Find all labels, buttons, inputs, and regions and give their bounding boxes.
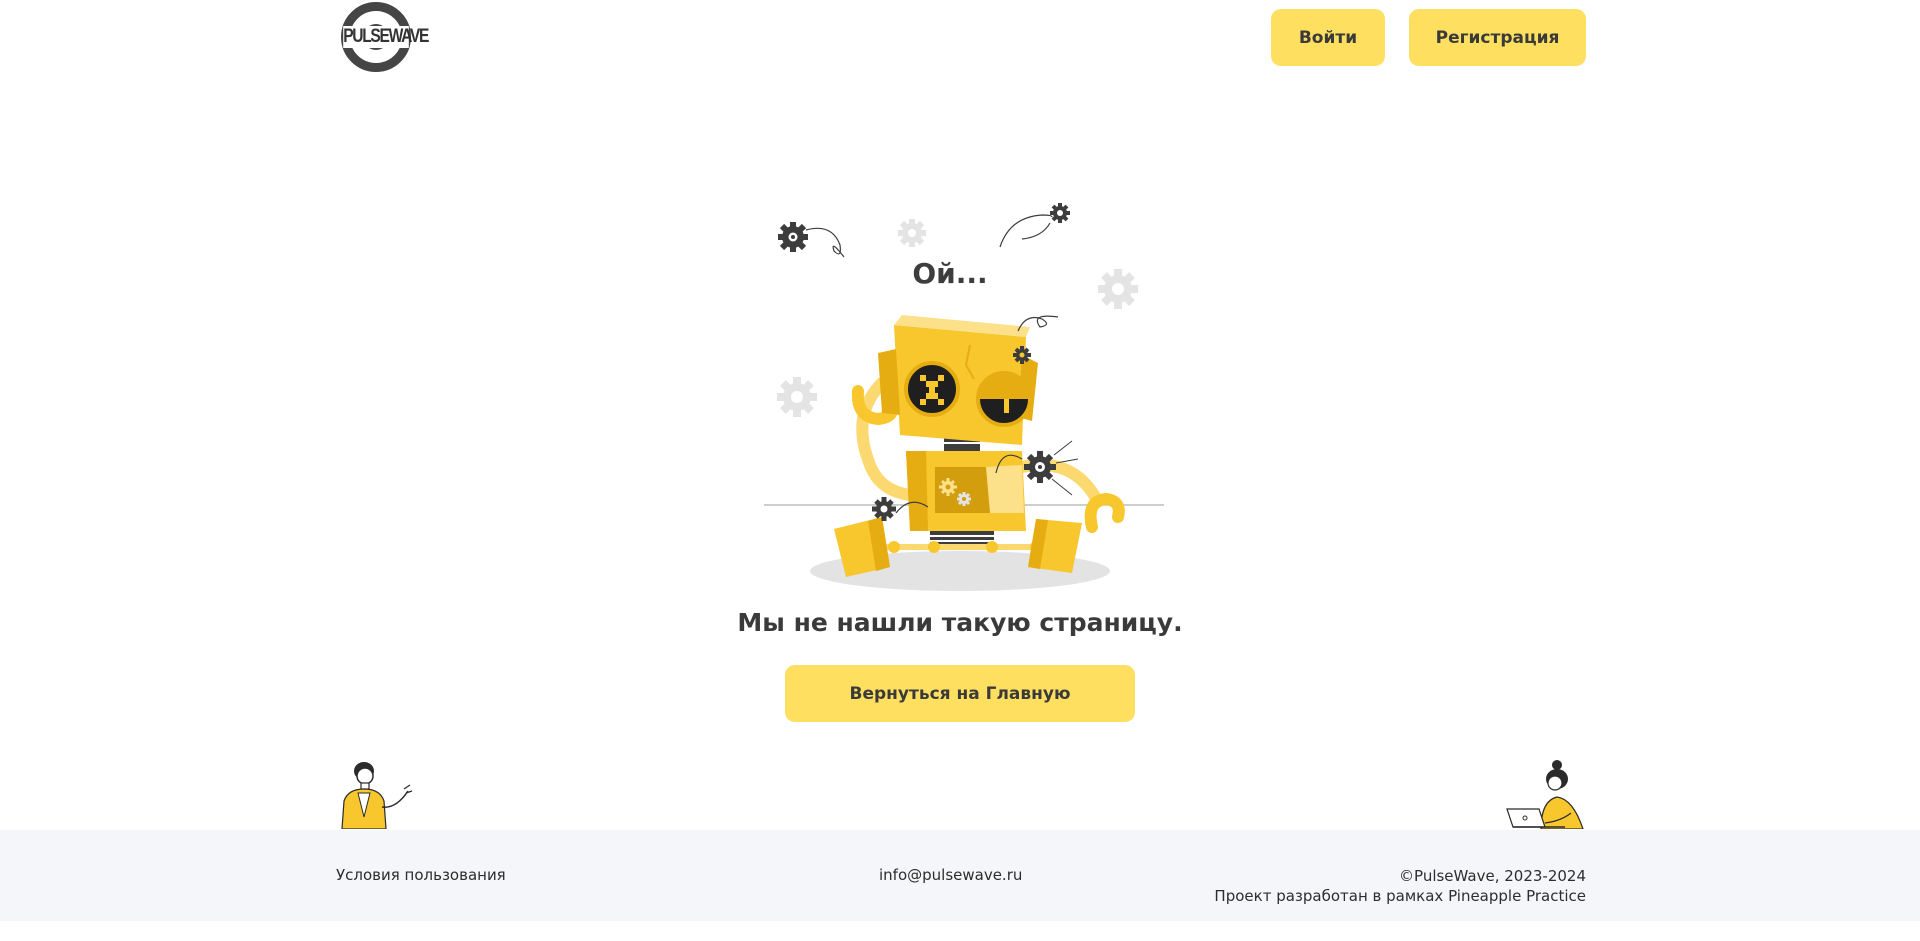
person-laptop-illustration [1505,757,1587,830]
contact-email-link[interactable]: info@pulsewave.ru [879,866,1022,884]
gear-icon [1024,451,1056,483]
footer-copyright-block: ©PulseWave, 2023-2024 Проект разработан … [1214,866,1586,906]
robot-hips [930,531,994,545]
terms-link[interactable]: Условия пользования [336,866,506,884]
gear-icon [1050,203,1070,223]
robot-svg [764,203,1164,591]
back-home-button[interactable]: Вернуться на Главную [785,665,1135,722]
site-footer: Условия пользования info@pulsewave.ru ©P… [0,830,1920,921]
person-right-svg [1506,760,1584,830]
person-waving-illustration [334,757,414,830]
login-button[interactable]: Войти [1271,9,1385,66]
register-button[interactable]: Регистрация [1409,9,1586,66]
gear-icon [777,377,817,417]
gear-icon [957,492,971,506]
gear-icon [898,219,926,247]
error-title: Ой... [912,257,988,290]
broken-robot-illustration: Ой... [760,195,1170,595]
site-header: PULSEWAVE Войти Регистрация [336,0,1586,75]
person-left-svg [341,762,413,830]
credits-text: Проект разработан в рамках Pineapple Pra… [1214,887,1586,905]
pulsewave-logo[interactable]: PULSEWAVE [336,2,429,72]
error-message: Мы не нашли такую страницу. [737,608,1183,637]
gear-icon [778,222,808,252]
gear-icon [872,497,896,521]
robot-right-hand [1084,492,1125,533]
copyright-text: ©PulseWave, 2023-2024 [1399,867,1586,885]
logo-wordmark: PULSEWAVE [343,26,429,48]
